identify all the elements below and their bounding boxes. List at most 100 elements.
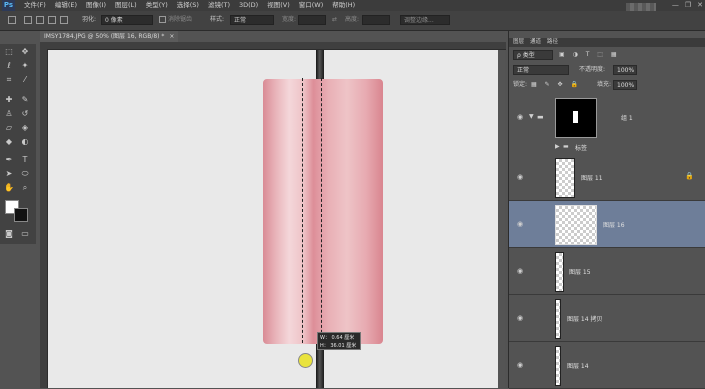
expand-arrow-icon[interactable]: ▼ [529,113,534,120]
subtract-selection-icon[interactable] [48,16,56,24]
tab-layers[interactable]: 图层 [513,38,524,47]
menu-layer[interactable]: 图层(L) [115,0,137,11]
menu-edit[interactable]: 编辑(E) [55,0,77,11]
paint-bucket-icon[interactable]: ◈ [19,122,31,133]
menu-type[interactable]: 类型(Y) [146,0,168,11]
layer-thumbnail [555,205,597,245]
menu-items: 文件(F) 编辑(E) 图像(I) 图层(L) 类型(Y) 选择(S) 滤镜(T… [24,0,355,11]
visibility-eye-icon[interactable]: ◉ [517,314,523,322]
document-tab[interactable]: IMSY1784.JPG @ 50% (图层 16, RGB/8) * × [40,31,179,42]
hand-icon[interactable]: ✋ [3,182,15,193]
folder-icon: ▬ [537,113,544,121]
layers-panel: 图层 通道 路径 ρ 类型 ▣ ◑ T ⬚ ▦ 正常 不透明度: 100% 锁定… [508,31,705,389]
layer-name: 图层 15 [569,269,591,276]
menu-window[interactable]: 窗口(W) [299,0,324,11]
visibility-eye-icon[interactable]: ◉ [517,220,523,228]
type-icon[interactable]: T [19,154,31,165]
layer-row-14[interactable]: ◉ 图层 14 [509,342,705,389]
layer-row-11[interactable]: ◉ 图层 11 🔒 [509,154,705,201]
visibility-eye-icon[interactable]: ◉ [517,267,523,275]
lock-icons[interactable]: ▦ ✎ ✥ 🔒 [531,80,581,90]
lock-label: 锁定: [513,81,528,88]
brush-icon[interactable]: ✎ [19,94,31,105]
quick-mask-icon[interactable]: ◙ [3,228,15,239]
add-selection-icon[interactable] [36,16,44,24]
blend-mode-select[interactable]: 正常 [513,65,569,75]
menu-bar: Ps 文件(F) 编辑(E) 图像(I) 图层(L) 类型(Y) 选择(S) 滤… [0,0,705,11]
group-mask-thumbnail [555,98,597,138]
height-label: 高度: [345,16,360,23]
menu-select[interactable]: 选择(S) [177,0,199,11]
style-select[interactable]: 正常 [230,15,274,25]
path-selection-icon[interactable]: ➤ [3,168,15,179]
history-brush-icon[interactable]: ↺ [19,108,31,119]
minimize-button[interactable]: — [672,0,679,11]
layer-name: 组 1 [621,115,633,122]
vertical-ruler [40,49,48,388]
style-label: 样式: [210,16,225,23]
visibility-eye-icon[interactable]: ◉ [517,113,523,121]
menu-image[interactable]: 图像(I) [86,0,106,11]
width-label: 宽度: [282,16,297,23]
marquee-selection[interactable] [302,78,322,343]
tab-paths[interactable]: 路径 [547,38,558,47]
intersect-selection-icon[interactable] [60,16,68,24]
background-color-swatch[interactable] [14,208,28,222]
restore-button[interactable]: ❐ [685,0,691,11]
tab-close-icon[interactable]: × [169,33,174,40]
crop-icon[interactable]: ⌗ [3,74,15,85]
layer-name: 图层 14 [567,363,589,370]
antialias-checkbox[interactable] [159,16,166,23]
screen-mode-icon[interactable]: ▭ [19,228,31,239]
layer-filter-select[interactable]: ρ 类型 [513,50,553,60]
menu-file[interactable]: 文件(F) [24,0,46,11]
visibility-eye-icon[interactable]: ◉ [517,173,523,181]
fill-input[interactable]: 100% [613,80,637,90]
swap-icon[interactable]: ⇄ [332,15,337,25]
feather-input[interactable]: 0 像素 [101,15,153,25]
lock-icon: 🔒 [685,172,694,180]
filter-icons[interactable]: ▣ ◑ T ⬚ ▦ [559,50,620,60]
tab-channels[interactable]: 通道 [530,38,541,47]
layer-row-16[interactable]: ◉ 图层 16 [509,201,705,248]
photoshop-logo: Ps [2,0,15,11]
opacity-input[interactable]: 100% [613,65,637,75]
fill-label: 填充: [597,81,612,88]
layer-row-15[interactable]: ◉ 图层 15 [509,248,705,295]
healing-brush-icon[interactable]: ✚ [3,94,15,105]
tooltip-height: H： 36.01 厘米 [320,343,357,349]
eyedropper-icon[interactable]: ⁄ [19,74,31,85]
blur-icon[interactable]: ◆ [3,136,15,147]
magic-wand-icon[interactable]: ✦ [19,60,31,71]
collapse-arrow-icon[interactable]: ▶ [555,143,560,150]
options-bar: 羽化: 0 像素 消除锯齿 样式: 正常 宽度: ⇄ 高度: 调整边缘... [0,11,705,31]
layer-row-14-copy[interactable]: ◉ 图层 14 拷贝 [509,295,705,342]
eraser-icon[interactable]: ▱ [3,122,15,133]
move-icon[interactable]: ✥ [19,46,31,57]
clone-stamp-icon[interactable]: ♙ [3,108,15,119]
layer-thumbnail [555,252,564,292]
canvas[interactable]: W： 0.64 厘米 H： 36.01 厘米 [48,50,498,388]
dodge-icon[interactable]: ◐ [19,136,31,147]
ellipse-icon[interactable]: ⬭ [19,168,31,179]
refine-edge-button[interactable]: 调整边缘... [400,15,450,25]
width-input[interactable] [298,15,326,25]
layer-name: 图层 11 [581,175,603,182]
marquee-icon[interactable]: ⬚ [3,46,15,57]
new-selection-icon[interactable] [24,16,32,24]
marquee-tool-icon[interactable] [8,16,16,24]
menu-help[interactable]: 帮助(H) [332,0,355,11]
pink-cylinder-label [263,79,383,344]
layer-row-group1[interactable]: ◉ ▼ ▬ 组 1 [509,94,705,141]
zoom-icon[interactable]: ⌕ [19,182,31,193]
pen-icon[interactable]: ✒ [3,154,15,165]
height-input[interactable] [362,15,390,25]
layer-row-label-group[interactable]: ▶ ▬ 标签 [509,140,705,155]
menu-view[interactable]: 视图(V) [267,0,290,11]
menu-3d[interactable]: 3D(D) [239,0,258,11]
visibility-eye-icon[interactable]: ◉ [517,361,523,369]
close-button[interactable]: ✕ [697,0,703,11]
lasso-icon[interactable]: ℓ [3,60,15,71]
layer-thumbnail [555,158,575,198]
menu-filter[interactable]: 滤镜(T) [208,0,230,11]
